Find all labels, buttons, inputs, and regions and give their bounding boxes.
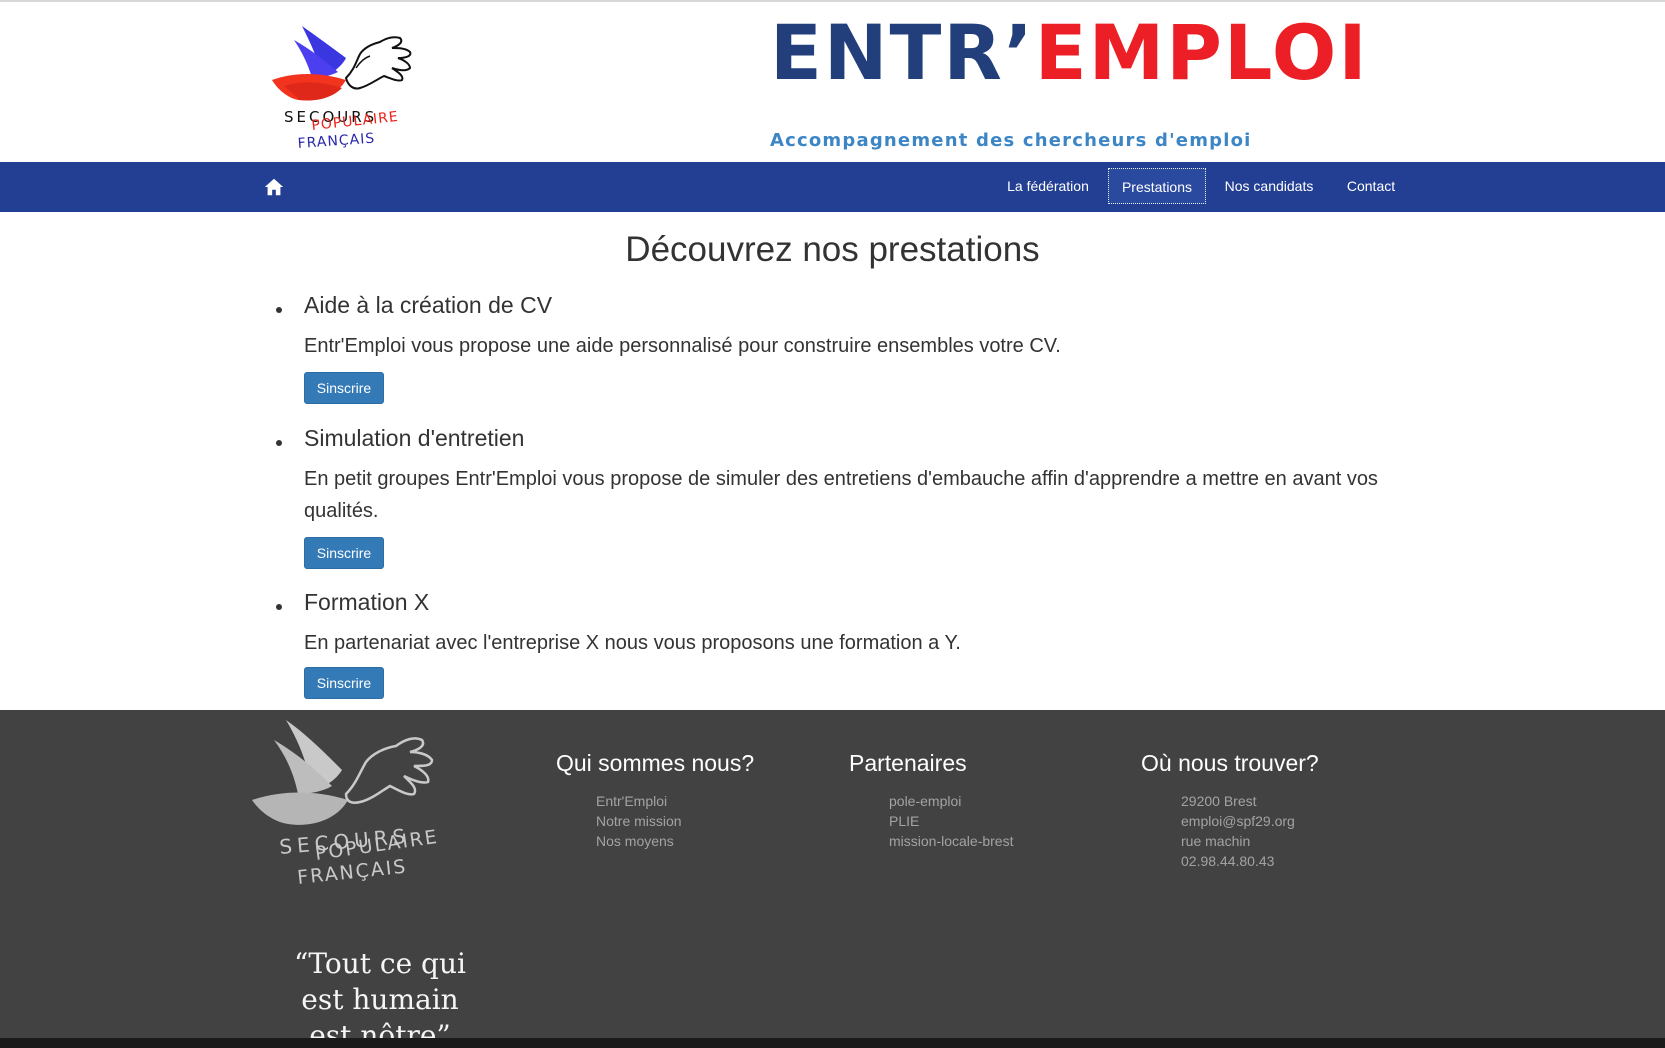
brand-part-emploi: EMPLOI [1034, 8, 1369, 97]
nav-item-prestations[interactable]: Prestations [1108, 168, 1206, 204]
quote-line: est nôtre” [309, 1019, 451, 1038]
footer-column-ou-nous-trouver: Où nous trouver? 29200 Brest emploi@spf2… [1141, 750, 1319, 871]
svg-text:FRANÇAIS: FRANÇAIS [296, 856, 408, 889]
footer-address-street: rue machin [1181, 833, 1251, 849]
footer-phone: 02.98.44.80.43 [1181, 853, 1275, 869]
footer-link-pole-emploi[interactable]: pole-emploi [889, 791, 1013, 811]
footer-link-mission-locale-brest[interactable]: mission-locale-brest [889, 831, 1013, 851]
footer-address-city: 29200 Brest [1181, 793, 1257, 809]
home-icon[interactable] [263, 176, 285, 198]
nav-item-federation[interactable]: La fédération [996, 168, 1100, 204]
sinscrire-button[interactable]: Sinscrire [304, 372, 384, 404]
footer-link-entremploi[interactable]: Entr'Emploi [596, 791, 754, 811]
quote-line: “Tout ce qui [294, 947, 466, 980]
dove-hand-icon: SECOURS POPULAIRE FRANÇAIS [272, 26, 412, 152]
bullet-icon [276, 307, 282, 313]
sinscrire-button[interactable]: Sinscrire [304, 537, 384, 569]
footer-link-nos-moyens[interactable]: Nos moyens [596, 831, 754, 851]
footer-column-title: Partenaires [849, 750, 967, 776]
secours-populaire-logo[interactable]: SECOURS POPULAIRE FRANÇAIS [268, 18, 438, 158]
sinscrire-button[interactable]: Sinscrire [304, 667, 384, 699]
service-description: Entr'Emploi vous propose une aide person… [304, 335, 1061, 357]
bullet-icon [276, 440, 282, 446]
service-title: Aide à la création de CV [304, 292, 553, 318]
service-title: Simulation d'entretien [304, 425, 525, 451]
dove-hand-icon: SECOURS POPULAIRE FRANÇAIS [252, 720, 440, 889]
bottom-bar [0, 1038, 1665, 1048]
footer-column-title: Qui sommes nous? [556, 750, 755, 776]
main-content: Découvrez nos prestations Aide à la créa… [0, 212, 1665, 710]
footer-logo: SECOURS POPULAIRE FRANÇAIS [250, 714, 485, 894]
footer-email[interactable]: emploi@spf29.org [1181, 811, 1319, 831]
footer-column-partenaires: Partenaires pole-emploi PLIE mission-loc… [849, 750, 1013, 851]
brand-part-entr: ENTR’ [770, 8, 1035, 97]
site-header: SECOURS POPULAIRE FRANÇAIS ENTR’EMPLOI A… [0, 2, 1665, 162]
site-brand: ENTR’EMPLOI [770, 8, 1369, 98]
quote-line: est humain [301, 983, 459, 1016]
svg-text:FRANÇAIS: FRANÇAIS [297, 131, 376, 152]
footer-link-plie[interactable]: PLIE [889, 811, 1013, 831]
site-footer: SECOURS POPULAIRE FRANÇAIS “Tout ce qui … [0, 710, 1665, 1038]
nav-item-contact[interactable]: Contact [1334, 168, 1408, 204]
footer-column-title: Où nous trouver? [1141, 750, 1319, 776]
footer-column-qui-sommes-nous: Qui sommes nous? Entr'Emploi Notre missi… [556, 750, 754, 851]
footer-quote: “Tout ce qui est humain est nôtre” [270, 946, 490, 1038]
service-description: En petit groupes Entr'Emploi vous propos… [304, 468, 1378, 522]
footer-link-notre-mission[interactable]: Notre mission [596, 811, 754, 831]
service-description: En partenariat avec l'entreprise X nous … [304, 632, 961, 654]
main-navbar: La fédération Prestations Nos candidats … [0, 162, 1665, 212]
page-title: Découvrez nos prestations [625, 230, 1040, 269]
bullet-icon [276, 604, 282, 610]
site-tagline: Accompagnement des chercheurs d'emploi [770, 130, 1252, 151]
service-title: Formation X [304, 589, 430, 615]
nav-item-candidats[interactable]: Nos candidats [1214, 168, 1324, 204]
